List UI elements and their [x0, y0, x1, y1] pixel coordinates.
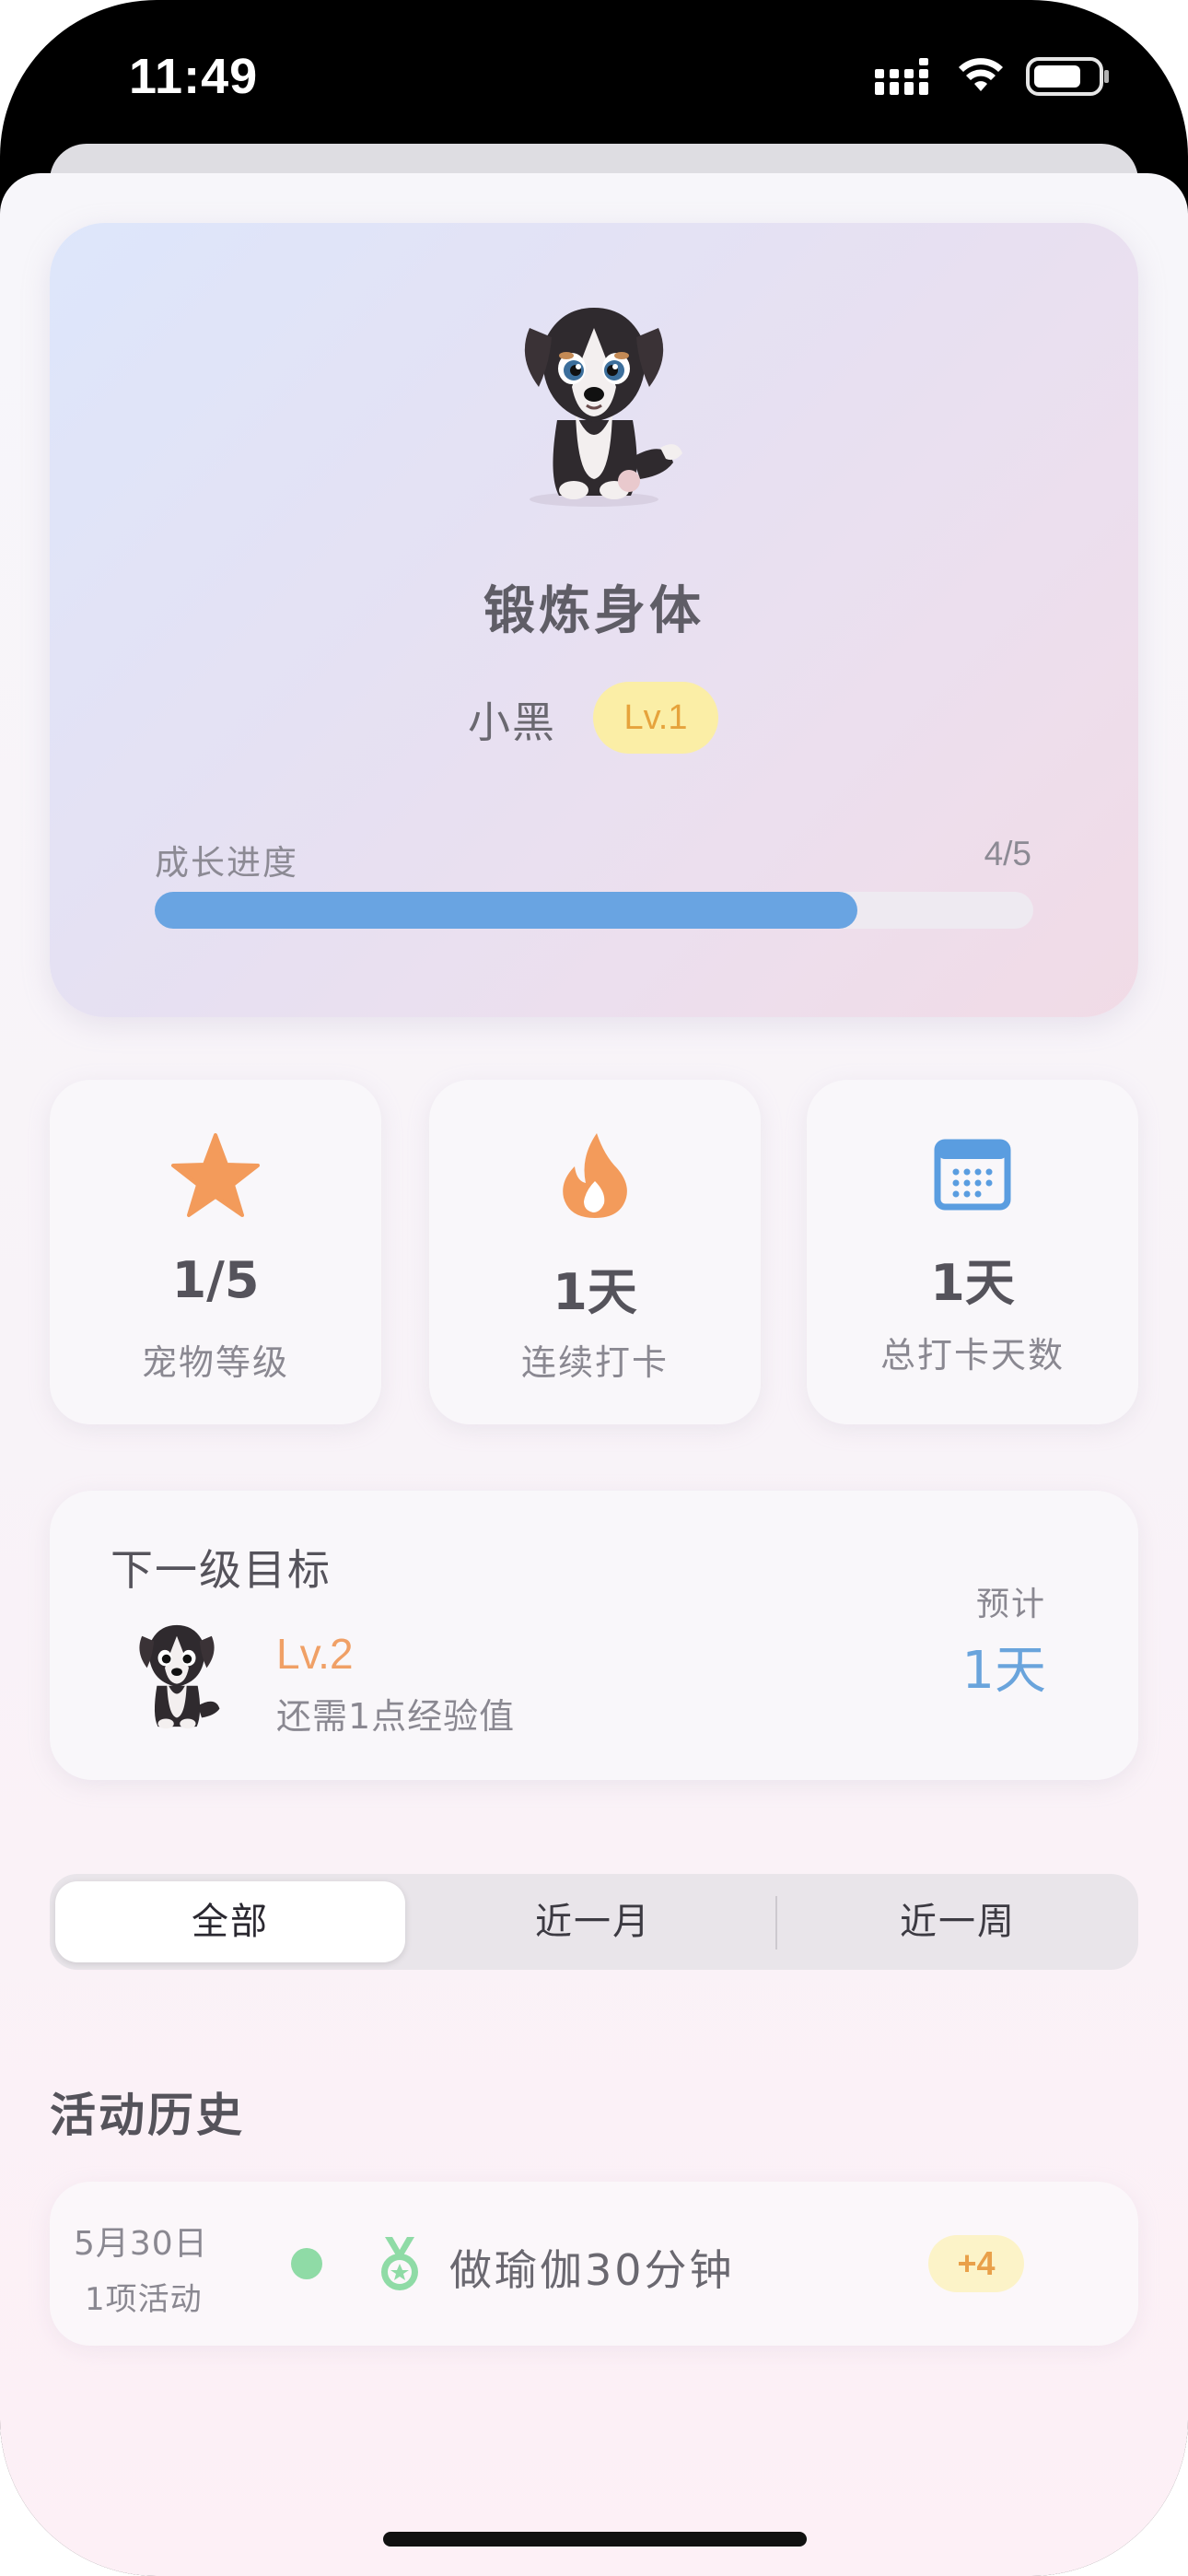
flame-icon [563, 1133, 627, 1218]
history-filter-tabs: 全部 近一月 近一周 [50, 1874, 1138, 1970]
stat-label: 总打卡天数 [879, 1335, 1065, 1376]
tab-divider [775, 1896, 777, 1950]
battery-icon [1026, 57, 1109, 96]
next-level-goal-card: 下一级目标 Lv.2 还需1点经验值 预计 1天 [50, 1491, 1138, 1780]
goal-level: Lv.2 [276, 1630, 354, 1678]
stat-label: 连续打卡 [520, 1342, 669, 1383]
estimate-value: 1天 [961, 1641, 1046, 1701]
growth-progress-fill [155, 892, 858, 929]
stat-card-pet-level: 1/5 宠物等级 [50, 1080, 381, 1424]
stat-value: 1/5 [171, 1251, 260, 1309]
stat-value: 1天 [930, 1254, 1015, 1312]
phone-frame: 11:49 锻炼身体 小黑 Lv.1 成长进度 4/5 1/5 宠物等级 1天 … [0, 0, 1188, 2576]
status-dot [291, 2248, 322, 2279]
tab-last-month[interactable]: 近一月 [418, 1881, 768, 1962]
level-badge: Lv.1 [593, 682, 718, 754]
pet-name: 小黑 [468, 697, 556, 747]
points-badge: +4 [928, 2235, 1024, 2292]
status-icons [875, 57, 1111, 96]
stat-label: 宠物等级 [141, 1342, 289, 1383]
goal-title: 下一级目标 [111, 1545, 332, 1595]
tab-all[interactable]: 全部 [55, 1881, 405, 1962]
history-date: 5月30日 [74, 2225, 208, 2263]
history-activity-title: 做瑜伽30分钟 [449, 2245, 735, 2295]
status-bar: 11:49 [0, 0, 1188, 166]
wifi-icon [959, 58, 1003, 91]
progress-value: 4/5 [984, 835, 1031, 872]
home-indicator[interactable] [383, 2532, 807, 2547]
history-count: 1项活动 [85, 2281, 203, 2318]
growth-progress-bar [155, 892, 1033, 929]
star-icon [171, 1133, 260, 1217]
puppy-avatar-icon [139, 1624, 220, 1729]
task-title: 锻炼身体 [483, 581, 705, 641]
status-time: 11:49 [129, 49, 259, 104]
stat-value: 1天 [553, 1263, 637, 1321]
goal-description: 还需1点经验值 [276, 1696, 516, 1737]
stat-card-streak: 1天 连续打卡 [429, 1080, 761, 1424]
puppy-avatar-icon [524, 308, 682, 507]
estimate-label: 预计 [975, 1586, 1046, 1623]
cellular-signal-icon [875, 58, 928, 95]
activity-history-title: 活动历史 [50, 2089, 245, 2142]
medal-icon [381, 2237, 418, 2290]
progress-label: 成长进度 [155, 843, 298, 883]
calendar-icon [934, 1139, 1011, 1211]
tab-last-week[interactable]: 近一周 [783, 1881, 1133, 1962]
history-list-item[interactable]: 5月30日 1项活动 做瑜伽30分钟 +4 [50, 2182, 1138, 2346]
stat-card-total-days: 1天 总打卡天数 [807, 1080, 1138, 1424]
